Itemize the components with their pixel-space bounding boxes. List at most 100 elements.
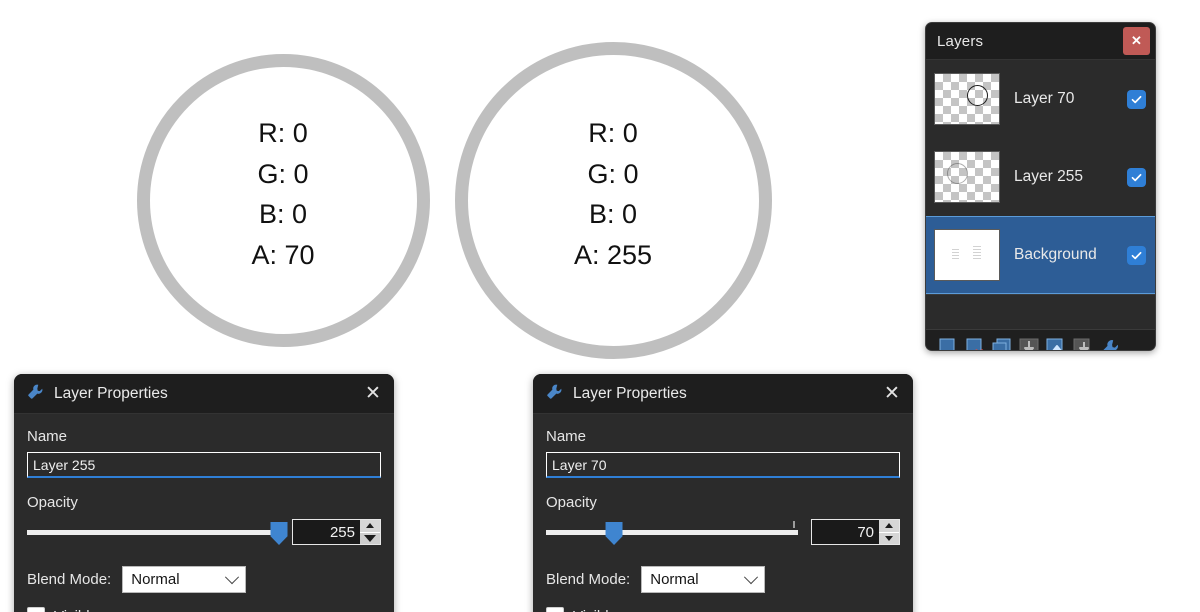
layer-name-label: Layer 255 — [1014, 168, 1083, 185]
rgba-readout-line: A: 70 — [251, 239, 315, 270]
close-icon[interactable]: ✕ — [881, 383, 903, 405]
delete-layer-icon[interactable] — [964, 337, 986, 350]
layers-panel-title: Layers — [937, 32, 984, 50]
opacity-control-row: 70 — [546, 518, 900, 546]
opacity-label: Opacity — [546, 494, 597, 511]
rgba-readout-line: G: 0 — [257, 158, 309, 189]
blend-mode-label: Blend Mode: — [27, 571, 112, 588]
app-canvas: R: 0 G: 0 B: 0 A: 70 R: 0 G: 0 B: 0 A: 255 Lay… — [0, 0, 1200, 612]
chevron-down-icon — [225, 569, 240, 584]
blend-mode-select[interactable]: Normal — [641, 566, 766, 593]
caret-down-icon — [885, 535, 893, 541]
spinner-buttons — [360, 520, 380, 544]
opacity-spinner: 70 — [811, 519, 900, 545]
caret-up-icon — [366, 523, 374, 529]
spinner-up-button[interactable] — [360, 520, 380, 532]
close-icon[interactable]: ✕ — [1123, 27, 1150, 55]
layer-list: Layer 70 Layer 255 Background — [926, 60, 1155, 294]
layer-name-input[interactable] — [27, 452, 381, 478]
slider-handle[interactable] — [270, 522, 288, 545]
lower-layer-icon[interactable] — [1072, 337, 1094, 350]
dialog-titlebar: Layer Properties ✕ — [14, 374, 394, 414]
blend-mode-value: Normal — [131, 571, 180, 588]
thumbnail-ring-icon — [967, 85, 988, 106]
wrench-icon — [545, 382, 564, 406]
spinner-down-button[interactable] — [879, 531, 899, 544]
blend-mode-label: Blend Mode: — [546, 571, 631, 588]
merge-down-icon[interactable] — [1018, 337, 1040, 350]
visible-checkbox[interactable] — [546, 607, 564, 612]
dialog-title: Layer Properties — [54, 384, 168, 402]
caret-up-icon — [885, 523, 893, 529]
visible-label: Visible — [573, 608, 617, 612]
layer-properties-dialog-right: Layer Properties ✕ Name Opacity 70 Blend Mode… — [533, 374, 913, 612]
spinner-buttons — [879, 520, 899, 544]
check-icon — [1131, 251, 1142, 259]
rgba-readout-line: B: 0 — [588, 199, 638, 229]
duplicate-layer-icon[interactable] — [991, 337, 1013, 350]
thumbnail-marks-icon — [935, 230, 999, 280]
check-icon — [1131, 173, 1142, 181]
rgba-readout: R: 0 G: 0 B: 0 A: 70 — [137, 113, 430, 275]
opacity-spinner: 255 — [292, 519, 381, 545]
thumbnail-ring-icon — [947, 163, 968, 184]
rgba-readout: R: 0 G: 0 B: 0 A: 255 — [455, 113, 772, 275]
blend-mode-select[interactable]: Normal — [122, 566, 247, 593]
ring-shape-left: R: 0 G: 0 B: 0 A: 70 — [136, 53, 430, 347]
opacity-value[interactable]: 70 — [812, 520, 879, 544]
layer-visibility-checkbox[interactable] — [1127, 89, 1146, 109]
name-field-label: Name — [546, 428, 587, 445]
slider-handle[interactable] — [605, 522, 623, 545]
ring-shape-right: R: 0 G: 0 B: 0 A: 255 — [454, 41, 772, 359]
layers-toolbar — [926, 329, 1155, 350]
layer-thumbnail — [934, 151, 1000, 203]
rgba-readout-line: G: 0 — [587, 158, 639, 189]
layer-visibility-checkbox[interactable] — [1127, 167, 1146, 187]
slider-track — [27, 530, 279, 535]
opacity-value[interactable]: 255 — [293, 520, 360, 544]
spinner-down-button[interactable] — [360, 531, 380, 544]
add-layer-icon[interactable] — [937, 337, 959, 350]
layer-properties-dialog-left: Layer Properties ✕ Name Opacity 255 Blend Mod… — [14, 374, 394, 612]
visible-row: Visible — [27, 607, 381, 612]
raise-layer-icon[interactable] — [1045, 337, 1067, 350]
dialog-titlebar: Layer Properties ✕ — [533, 374, 913, 414]
check-icon — [1131, 95, 1142, 103]
layer-name-label: Background — [1014, 246, 1097, 263]
layers-panel: Layers ✕ Layer 70 Layer 255 Background — [925, 22, 1156, 351]
opacity-label: Opacity — [27, 494, 78, 511]
layer-thumbnail — [934, 229, 1000, 281]
layer-row[interactable]: Background — [926, 216, 1155, 294]
layer-name-label: Layer 70 — [1014, 90, 1075, 107]
chevron-down-icon — [744, 569, 759, 584]
opacity-slider[interactable] — [546, 518, 798, 546]
slider-tick-mark — [792, 521, 795, 528]
layer-thumbnail — [934, 73, 1000, 125]
layer-name-input[interactable] — [546, 452, 900, 478]
wrench-icon — [26, 382, 45, 406]
slider-track — [546, 530, 798, 535]
layers-panel-titlebar: Layers ✕ — [926, 23, 1155, 60]
visible-checkbox[interactable] — [27, 607, 45, 612]
wrench-icon[interactable] — [1099, 337, 1121, 350]
dialog-body: Name Opacity 70 Blend Mode: Normal Visible — [533, 414, 913, 612]
visible-row: Visible — [546, 607, 900, 612]
layer-list-empty-space — [926, 294, 1155, 329]
visible-label: Visible — [54, 608, 98, 612]
rgba-readout-line: R: 0 — [258, 118, 308, 148]
rgba-readout-line: R: 0 — [588, 118, 638, 148]
layer-row[interactable]: Layer 255 — [926, 138, 1155, 216]
close-icon[interactable]: ✕ — [362, 383, 384, 405]
blend-mode-row: Blend Mode: Normal — [27, 566, 381, 593]
opacity-slider[interactable] — [27, 518, 288, 546]
layer-row[interactable]: Layer 70 — [926, 60, 1155, 138]
opacity-control-row: 255 — [27, 518, 381, 546]
blend-mode-value: Normal — [650, 571, 699, 588]
rgba-readout-line: B: 0 — [258, 199, 308, 229]
name-field-label: Name — [27, 428, 68, 445]
blend-mode-row: Blend Mode: Normal — [546, 566, 900, 593]
spinner-up-button[interactable] — [879, 520, 899, 532]
layer-visibility-checkbox[interactable] — [1127, 245, 1146, 265]
dialog-body: Name Opacity 255 Blend Mode: Normal Visible — [14, 414, 394, 612]
caret-down-icon — [364, 534, 376, 542]
